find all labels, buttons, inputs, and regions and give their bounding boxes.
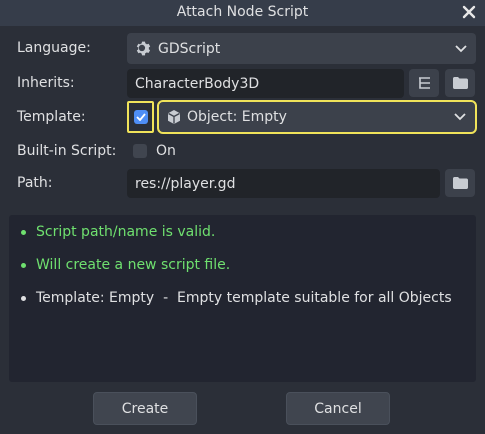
chevron-down-icon	[455, 41, 467, 57]
cancel-button[interactable]: Cancel	[286, 392, 390, 425]
class-tree-button[interactable]	[409, 69, 439, 97]
folder-icon	[452, 77, 468, 89]
gear-icon	[135, 40, 152, 57]
inherits-input[interactable]: CharacterBody3D	[127, 69, 404, 98]
chevron-down-icon	[454, 109, 466, 125]
validation-panel: Script path/name is valid. Will create a…	[9, 215, 476, 382]
template-dropdown[interactable]: Object: Empty	[157, 100, 477, 134]
checkbox-checked-icon	[133, 110, 148, 124]
message-text: Script path/name is valid.	[36, 224, 216, 240]
builtin-label: Built-in Script:	[17, 143, 117, 159]
template-label: Template:	[17, 109, 86, 125]
create-button[interactable]: Create	[93, 392, 197, 425]
language-value: GDScript	[158, 40, 221, 57]
template-checkbox[interactable]	[127, 101, 154, 133]
builtin-checkbox[interactable]	[133, 144, 147, 158]
path-label: Path:	[17, 175, 53, 191]
inherits-browse-button[interactable]	[445, 69, 475, 97]
message-item: Template: Empty - Empty template suitabl…	[21, 290, 452, 306]
cube-icon	[167, 110, 181, 124]
folder-icon	[452, 177, 468, 189]
language-dropdown[interactable]: GDScript	[127, 33, 476, 64]
template-value: Object: Empty	[187, 109, 287, 125]
class-tree-icon	[417, 76, 432, 90]
path-input[interactable]: res://player.gd	[127, 169, 440, 198]
message-item: Script path/name is valid.	[21, 224, 215, 240]
inherits-label: Inherits:	[17, 75, 75, 91]
language-label: Language:	[17, 40, 91, 56]
message-text: Will create a new script file.	[36, 257, 231, 273]
window-title: Attach Node Script	[176, 4, 309, 20]
bullet-icon	[21, 262, 26, 268]
bullet-icon	[21, 295, 26, 301]
message-item: Will create a new script file.	[21, 257, 230, 273]
message-text: Template: Empty - Empty template suitabl…	[36, 290, 452, 306]
builtin-on-label[interactable]: On	[156, 143, 176, 159]
path-browse-button[interactable]	[445, 169, 475, 197]
title-bar: Attach Node Script	[0, 0, 485, 26]
close-icon[interactable]	[460, 2, 478, 22]
bullet-icon	[21, 229, 26, 235]
